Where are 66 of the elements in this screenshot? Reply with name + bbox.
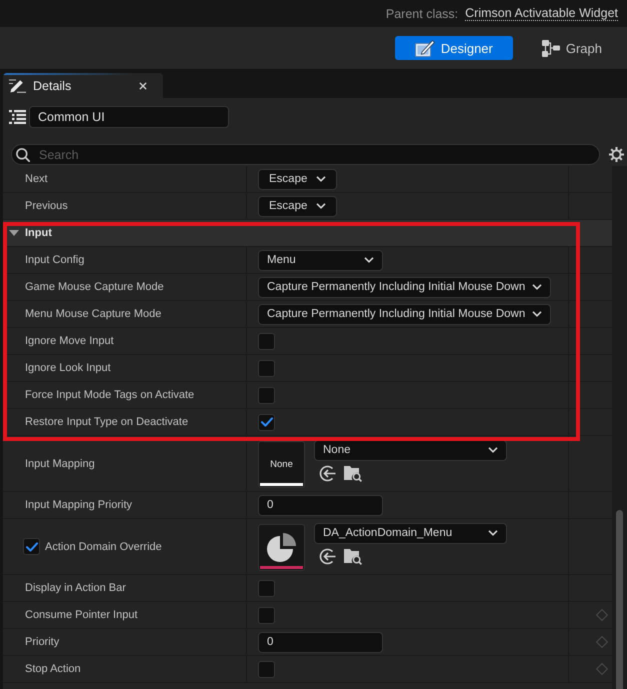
property-name: Ignore Look Input [25,362,111,374]
filter-field[interactable]: Common UI [29,106,229,128]
property-name: Action Domain Override [45,540,162,552]
check-icon [26,542,38,552]
property-name: Restore Input Type on Deactivate [25,416,188,428]
dropdown[interactable]: Escape [258,196,338,216]
search-icon [16,148,30,162]
node-graph-icon [542,40,560,56]
chevron-down-icon [532,284,542,290]
property-name: Input Mapping Priority [25,499,132,511]
chevron-down-icon [364,257,374,263]
dropdown[interactable]: Menu [258,250,383,270]
arrow-left-circle-icon[interactable] [319,464,336,482]
chevron-down-icon [488,447,498,453]
checkbox[interactable] [258,606,275,624]
settings-icon[interactable] [609,147,624,162]
folder-search-icon[interactable] [344,548,362,564]
mode-tab[interactable]: Graph [540,36,604,60]
check-icon [260,417,272,427]
dropdown[interactable]: Escape [258,168,338,190]
canvas-pencil-icon [414,40,435,56]
property-name: Stop Action [25,663,81,675]
parent-class-label: Parent class: [386,6,458,20]
property-name: Force Input Mode Tags on Activate [25,389,194,401]
property-name: Consume Pointer Input [25,609,138,621]
mode-tab[interactable]: Designer [394,36,513,60]
scrollbar-thumb[interactable] [616,510,623,689]
property-name: Display in Action Bar [25,582,126,594]
checkbox[interactable] [258,386,275,404]
asset-thumbnail[interactable] [258,524,305,570]
checkbox[interactable] [258,332,275,350]
parent-class-link[interactable]: Crimson Activatable Widget [465,6,618,21]
property-name: Ignore Move Input [25,335,114,347]
number-field[interactable]: 0 [258,632,383,652]
asset-thumbnail[interactable]: None [258,440,305,488]
dropdown[interactable]: None [314,440,507,460]
property-name: Next [25,173,48,185]
dropdown[interactable]: Capture Permanently Including Initial Mouse Down [258,276,552,298]
chevron-down-icon [316,176,326,182]
property-name: Input Mapping [25,458,95,470]
property-name: Input Config [25,254,84,266]
number-field[interactable]: 0 [258,494,383,516]
search-field[interactable]: Search [11,144,600,165]
checkbox[interactable] [258,660,275,678]
folder-search-icon[interactable] [344,464,362,482]
pie-chart-icon [267,532,296,562]
checkbox[interactable] [258,414,275,430]
list-icon[interactable] [9,110,26,124]
arrow-left-circle-icon[interactable] [319,548,336,564]
property-name: Priority [25,636,60,648]
details-tab[interactable]: Details [3,73,163,98]
checkbox[interactable] [258,360,275,376]
close-icon[interactable] [139,82,147,90]
property-name: Previous [25,200,68,212]
dropdown[interactable]: Capture Permanently Including Initial Mouse Down [258,304,552,324]
checkbox[interactable] [23,538,40,555]
chevron-down-icon [316,203,326,209]
property-name: Menu Mouse Capture Mode [25,308,162,320]
chevron-down-icon [488,530,498,536]
thumbnail-label: None [270,458,293,470]
property-name: Game Mouse Capture Mode [25,281,164,293]
pencil-lines-icon [9,78,26,92]
expand-arrow-icon[interactable] [9,230,19,236]
checkbox[interactable] [258,580,275,596]
dropdown[interactable]: DA_ActionDomain_Menu [314,522,507,544]
chevron-down-icon [532,311,542,317]
